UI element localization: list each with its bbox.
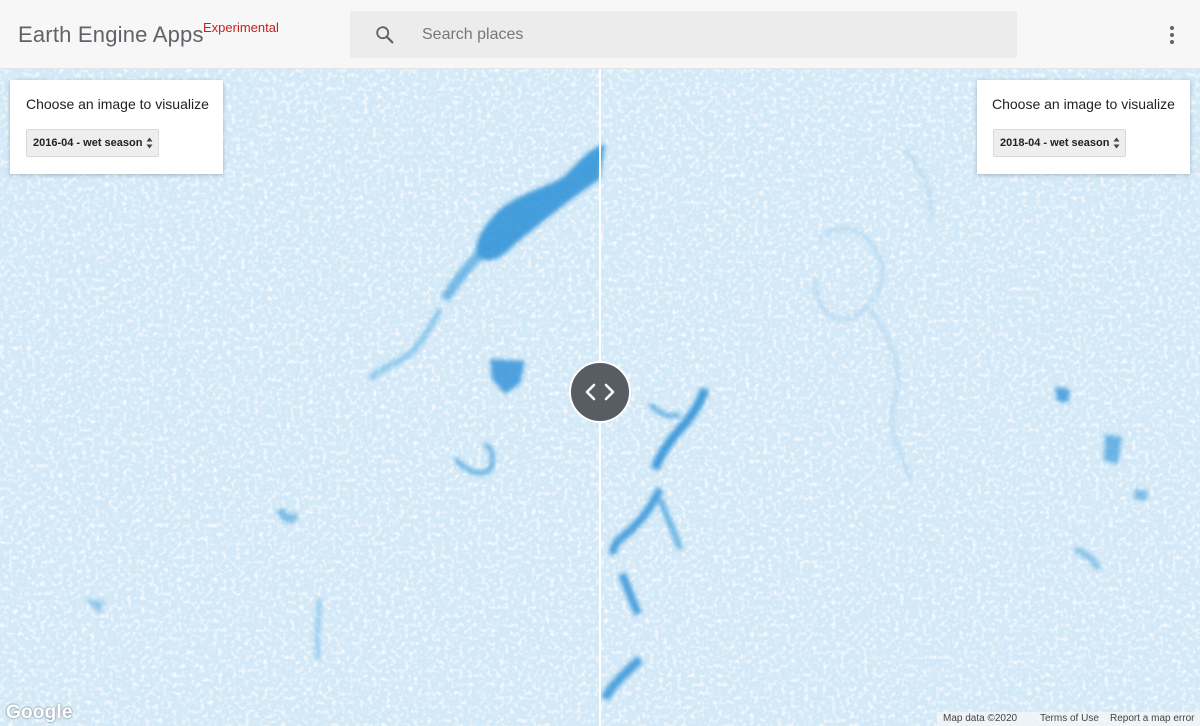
app-bar: Earth Engine Apps Experimental xyxy=(0,0,1200,69)
code-arrows-icon xyxy=(585,383,615,401)
google-logo[interactable]: Google xyxy=(6,702,73,724)
report-map-error-link[interactable]: Report a map error xyxy=(1110,712,1194,726)
left-selected-value: 2016-04 - wet season xyxy=(33,137,143,149)
right-panel-title: Choose an image to visualize xyxy=(992,96,1175,112)
left-panel-title: Choose an image to visualize xyxy=(26,96,209,112)
app-title[interactable]: Earth Engine Apps xyxy=(18,22,204,48)
right-image-select[interactable]: 2018-04 - wet season xyxy=(993,129,1126,157)
terms-of-use-link[interactable]: Terms of Use xyxy=(1040,712,1099,726)
map-data-credit[interactable]: Map data ©2020 xyxy=(943,712,1017,726)
left-image-chooser: Choose an image to visualize 2016-04 - w… xyxy=(10,80,223,174)
left-image-select[interactable]: 2016-04 - wet season xyxy=(26,129,159,157)
search-input[interactable] xyxy=(422,11,992,58)
search-icon[interactable] xyxy=(374,24,396,46)
map-attribution: Map data ©2020 Terms of Use Report a map… xyxy=(937,712,1200,726)
search-box[interactable] xyxy=(350,11,1017,58)
select-arrows-icon xyxy=(146,137,153,149)
right-image-chooser: Choose an image to visualize 2018-04 - w… xyxy=(977,80,1190,174)
right-selected-value: 2018-04 - wet season xyxy=(1000,137,1110,149)
experimental-badge: Experimental xyxy=(203,20,279,35)
more-vert-icon[interactable] xyxy=(1160,22,1184,48)
select-arrows-icon xyxy=(1113,137,1120,149)
split-drag-handle[interactable] xyxy=(569,361,631,423)
